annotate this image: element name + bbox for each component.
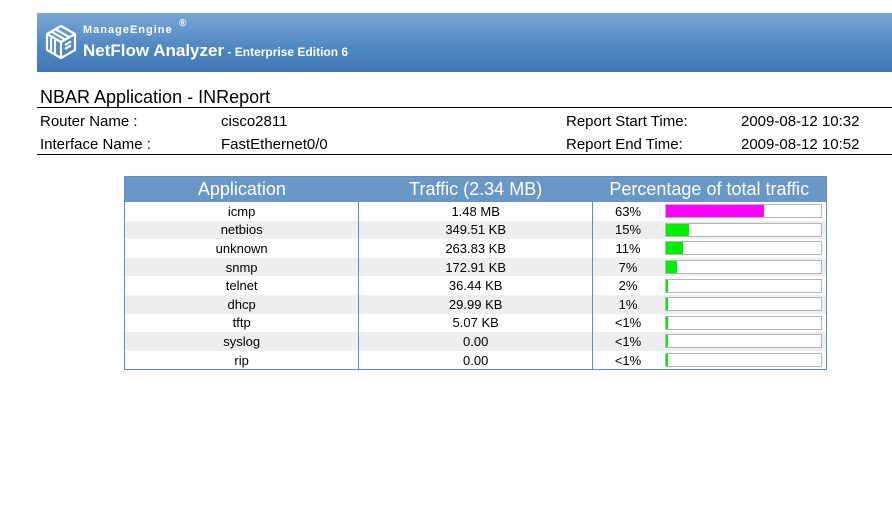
app-cell: syslog [124, 332, 360, 351]
report-title: NBAR Application - INReport [40, 87, 271, 107]
app-cell: dhcp [124, 294, 360, 314]
percentage-bar-fill [665, 261, 677, 274]
column-header-traffic: Traffic (2.34 MB) [358, 176, 593, 202]
percentage-bar [664, 315, 822, 330]
percentage-cell: 63% [615, 203, 642, 219]
percentage-cell: <1% [614, 315, 642, 331]
percentage-bar-cell [662, 257, 827, 277]
percentage-bar-fill [665, 354, 668, 367]
percentage-bar-cell [662, 350, 827, 370]
percentage-bar [664, 334, 822, 349]
traffic-cell: 1.48 MB [358, 202, 594, 221]
traffic-cell: 349.51 KB [358, 220, 594, 240]
table-row: netbios 349.51 KB 15% [124, 220, 827, 240]
product-edition: - Enterprise Edition 6 [224, 45, 349, 59]
percentage-bar-fill [665, 279, 669, 292]
manageengine-cube-icon [45, 24, 77, 60]
traffic-cell: 172.91 KB [358, 257, 594, 277]
percentage-bar [664, 241, 822, 256]
brand-manageengine: ManageEngine [83, 24, 173, 36]
interface-value: FastEthernet0/0 [221, 136, 328, 153]
percentage-bar [664, 222, 822, 237]
table-row: snmp 172.91 KB 7% [124, 257, 827, 277]
application-traffic-table: Application Traffic (2.34 MB) Percentage… [124, 176, 827, 371]
percentage-bar-fill [665, 316, 668, 329]
percentage-cell: <1% [614, 352, 642, 368]
percentage-bar [664, 297, 822, 312]
column-header-percentage: Percentage of total traffic [592, 176, 827, 202]
table-row: telnet 36.44 KB 2% [124, 276, 827, 295]
table-row: dhcp 29.99 KB 1% [124, 294, 827, 314]
traffic-cell: 0.00 [358, 332, 594, 351]
traffic-cell: 36.44 KB [358, 276, 594, 295]
table-row: icmp 1.48 MB 63% [124, 202, 827, 221]
percentage-bar-fill [665, 335, 668, 348]
app-cell: unknown [124, 239, 360, 258]
header-banner: ManageEngine ® NetFlow Analyzer - Enterp… [37, 13, 892, 72]
percentage-cell: 2% [618, 278, 638, 294]
app-cell: tftp [124, 313, 360, 333]
report-start-label: Report Start Time: [566, 113, 688, 130]
app-cell: icmp [124, 202, 360, 221]
percentage-cell: 1% [592, 294, 663, 314]
percentage-bar-fill [665, 298, 668, 311]
traffic-cell: 29.99 KB [358, 294, 594, 314]
percentage-bar-cell [662, 313, 827, 333]
percentage-bar-cell [662, 332, 827, 351]
traffic-cell: 263.83 KB [358, 239, 594, 258]
percentage-bar-fill [665, 223, 690, 236]
product-title: NetFlow Analyzer - Enterprise Edition 6 [83, 41, 348, 61]
percentage-bar [664, 353, 822, 368]
traffic-cell: 5.07 KB [358, 313, 594, 333]
percentage-cell: 11% [615, 240, 641, 256]
percentage-bar-cell [662, 239, 827, 258]
report-start-value: 2009-08-12 10:32 [741, 113, 860, 130]
app-cell: rip [124, 350, 360, 370]
traffic-cell: 0.00 [358, 350, 594, 370]
table-row: unknown 263.83 KB 11% [124, 239, 827, 258]
percentage-bar-cell [662, 220, 827, 240]
app-cell: telnet [124, 276, 360, 295]
percentage-bar [664, 260, 822, 275]
app-cell: snmp [124, 257, 360, 277]
table-row: syslog 0.00 <1% [124, 332, 827, 351]
report-end-label: Report End Time: [566, 136, 683, 153]
table-row: rip 0.00 <1% [124, 350, 827, 370]
percentage-bar [664, 204, 822, 219]
percentage-cell: 7% [592, 257, 663, 277]
percentage-cell: 15% [592, 220, 663, 240]
percentage-bar [664, 278, 822, 293]
percentage-bar-cell [662, 294, 827, 314]
percentage-bar-fill [665, 205, 764, 218]
divider-bottom [37, 154, 892, 155]
percentage-bar-cell [662, 276, 827, 295]
product-name: NetFlow Analyzer [83, 41, 225, 60]
divider-top [37, 107, 892, 108]
interface-label: Interface Name : [40, 136, 151, 153]
percentage-bar-cell [662, 202, 827, 221]
column-header-application: Application [124, 176, 359, 202]
table-row: tftp 5.07 KB <1% [124, 313, 827, 333]
app-cell: netbios [124, 220, 360, 240]
percentage-cell: <1% [592, 332, 663, 351]
router-label: Router Name : [40, 113, 138, 130]
router-value: cisco2811 [221, 113, 288, 130]
table-header-row: Application Traffic (2.34 MB) Percentage… [124, 176, 827, 202]
registered-mark: ® [179, 18, 187, 29]
report-end-value: 2009-08-12 10:52 [741, 136, 860, 153]
percentage-bar-fill [665, 242, 684, 255]
